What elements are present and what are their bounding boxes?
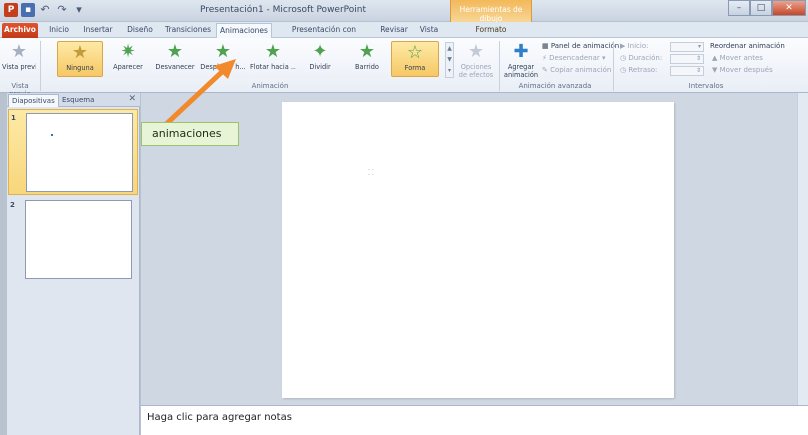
powerpoint-window: P ▪ ↶ ↷ ▾ Presentación1 - Microsoft Powe…: [0, 0, 808, 435]
annotation-arrow: [159, 59, 236, 131]
annotation-callout: animaciones: [141, 122, 239, 146]
